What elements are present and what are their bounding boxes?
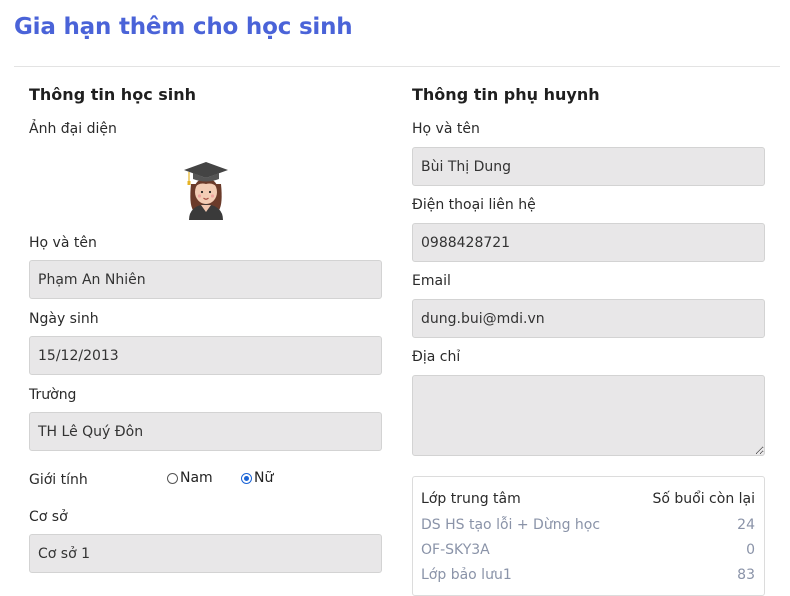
phone-field[interactable]: 0988428721 [412,223,765,262]
sessions-column-header: Số buổi còn lại [652,491,755,507]
gender-label: Giới tính [29,472,88,488]
table-row[interactable]: OF-SKY3A 0 [421,542,755,562]
parent-info-section: Thông tin phụ huynh Họ và tên Bùi Thị Du… [412,84,765,464]
table-row[interactable]: DS HS tạo lỗi + Dừng học 24 [421,517,755,537]
graduate-girl-icon[interactable] [183,160,229,220]
phone-value: 0988428721 [421,234,511,251]
parent-name-label: Họ và tên [412,121,480,137]
gender-male-label: Nam [180,470,213,486]
avatar-label: Ảnh đại diện [29,121,117,137]
campus-field[interactable]: Cơ sở 1 [29,534,382,573]
school-label: Trường [29,387,77,403]
email-value: dung.bui@mdi.vn [421,310,545,327]
address-textarea[interactable] [412,375,765,456]
table-row[interactable]: Lớp bảo lưu1 83 [421,567,755,587]
campus-label: Cơ sở [29,509,68,525]
sessions-count: 0 [746,542,755,558]
gender-female-label: Nữ [254,470,274,486]
school-value: TH Lê Quý Đôn [38,423,144,440]
class-name: DS HS tạo lỗi + Dừng học [421,517,601,533]
student-section-title: Thông tin học sinh [29,85,197,104]
email-label: Email [412,273,451,289]
gender-male-radio[interactable] [167,472,178,484]
gender-option-male[interactable]: Nam [167,470,213,486]
gender-row: Giới tính Nam Nữ [29,468,382,492]
header-divider [14,66,780,67]
parent-name-value: Bùi Thị Dung [421,158,511,175]
student-name-value: Phạm An Nhiên [38,271,146,288]
address-label: Địa chỉ [412,349,461,365]
page-title: Gia hạn thêm cho học sinh [14,14,353,40]
class-column-header: Lớp trung tâm [421,491,521,507]
class-table-header: Lớp trung tâm Số buổi còn lại [421,491,755,511]
campus-value: Cơ sở 1 [38,545,91,562]
dob-value: 15/12/2013 [38,347,119,364]
class-name: OF-SKY3A [421,542,490,558]
sessions-count: 83 [737,567,755,583]
sessions-count: 24 [737,517,755,533]
dob-field[interactable]: 15/12/2013 [29,336,382,375]
parent-section-title: Thông tin phụ huynh [412,85,600,104]
phone-label: Điện thoại liên hệ [412,197,536,213]
gender-option-female[interactable]: Nữ [241,470,273,486]
student-info-section: Thông tin học sinh Ảnh đại diện Họ và tê… [29,84,382,584]
student-name-label: Họ và tên [29,235,97,251]
class-sessions-table: Lớp trung tâm Số buổi còn lại DS HS tạo … [412,476,765,596]
dob-label: Ngày sinh [29,311,99,327]
school-field[interactable]: TH Lê Quý Đôn [29,412,382,451]
class-name: Lớp bảo lưu1 [421,567,512,583]
email-field[interactable]: dung.bui@mdi.vn [412,299,765,338]
gender-female-radio[interactable] [241,472,252,484]
student-name-field[interactable]: Phạm An Nhiên [29,260,382,299]
parent-name-field[interactable]: Bùi Thị Dung [412,147,765,186]
